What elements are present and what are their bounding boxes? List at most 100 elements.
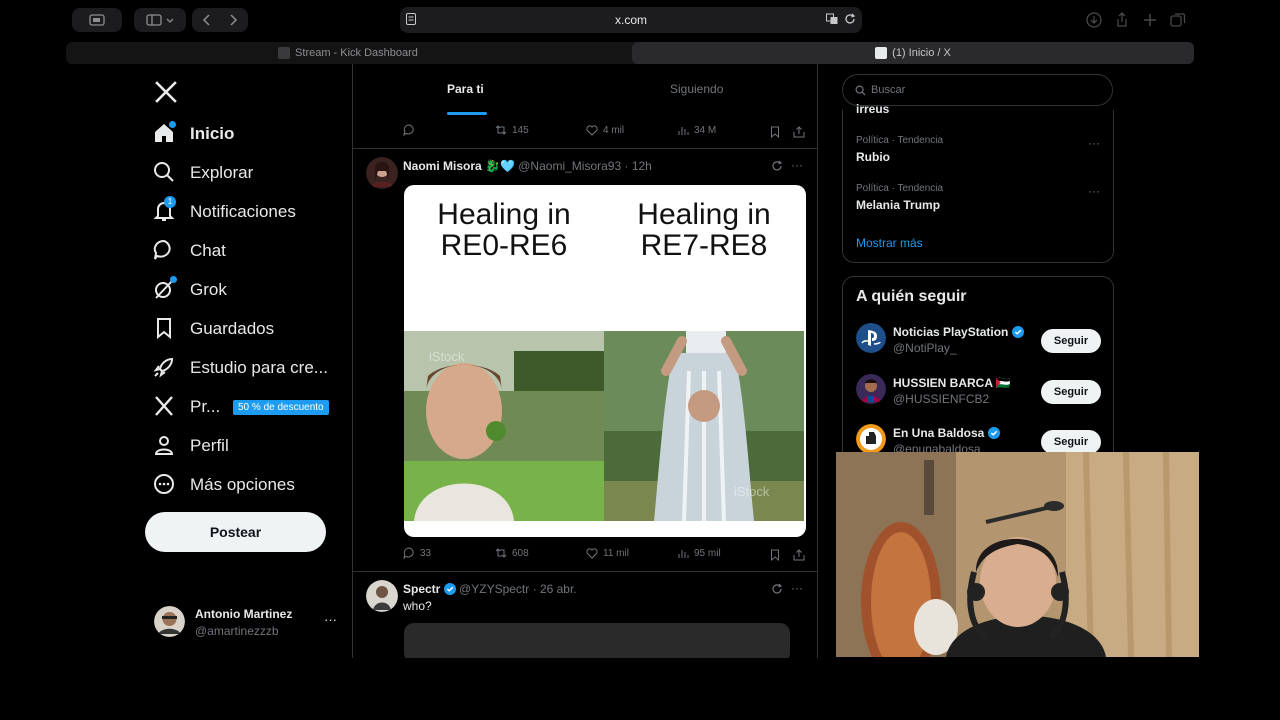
grok-explain-icon[interactable] bbox=[771, 583, 783, 595]
more-circle-icon bbox=[152, 472, 178, 498]
verified-badge-icon bbox=[1011, 326, 1024, 338]
nav-more-options[interactable]: Más opciones bbox=[152, 468, 295, 502]
author-name[interactable]: Naomi Misora 🐉🩵 bbox=[403, 159, 515, 173]
nav-creator-studio[interactable]: Estudio para cre... bbox=[152, 351, 328, 385]
trend-category: Política · Tendencia bbox=[856, 135, 944, 146]
nav-bookmarks[interactable]: Guardados bbox=[152, 312, 274, 346]
back-arrow-icon[interactable] bbox=[201, 14, 213, 26]
nav-label: Inicio bbox=[190, 124, 235, 143]
share-icon[interactable] bbox=[793, 126, 805, 138]
tweet-more-icon[interactable]: ··· bbox=[791, 581, 803, 595]
kick-favicon-icon bbox=[278, 47, 291, 59]
bell-icon: 1 bbox=[152, 196, 178, 225]
webcam-overlay bbox=[836, 452, 1199, 657]
tweet-header: Naomi Misora 🐉🩵 @Naomi_Misora93 · 12h bbox=[403, 159, 652, 173]
share-icon[interactable] bbox=[793, 549, 805, 561]
profile-handle: @amartinezzzb bbox=[195, 624, 279, 638]
tab-bar: Stream - Kick Dashboard (1) Inicio / X bbox=[66, 42, 1194, 64]
author-handle[interactable]: @YZYSpectr bbox=[459, 582, 529, 596]
reply-icon bbox=[403, 124, 414, 136]
meme-caption-left: Healing in RE0-RE6 bbox=[437, 198, 571, 262]
sidebar-toggle-pill[interactable] bbox=[72, 8, 122, 32]
follow-button[interactable]: Seguir bbox=[1041, 329, 1101, 353]
tab-kick-dashboard[interactable]: Stream - Kick Dashboard bbox=[66, 42, 630, 64]
tweet-avatar[interactable] bbox=[366, 157, 398, 189]
sidebar-button[interactable] bbox=[134, 8, 186, 32]
nav-explore[interactable]: Explorar bbox=[152, 156, 253, 190]
tab-following[interactable]: Siguiendo bbox=[670, 82, 723, 96]
page-menu-icon[interactable] bbox=[406, 13, 416, 25]
like-button[interactable]: 4 mil bbox=[586, 124, 624, 136]
trend-more-icon[interactable]: ··· bbox=[1088, 136, 1100, 150]
nav-premium[interactable]: Pr... bbox=[152, 390, 220, 424]
reply-button[interactable] bbox=[403, 124, 420, 136]
tweet-time[interactable]: 12h bbox=[632, 159, 652, 173]
prev-tweet-actions: 145 4 mil 34 M bbox=[353, 124, 817, 140]
retweet-icon bbox=[495, 548, 507, 558]
timeline: Para ti Siguiendo 145 4 mil 34 M Naomi M… bbox=[352, 64, 818, 658]
person-icon bbox=[152, 433, 178, 459]
tweet-avatar[interactable] bbox=[366, 580, 398, 612]
reload-icon[interactable] bbox=[844, 13, 856, 25]
tweet-time[interactable]: 26 abr. bbox=[540, 582, 577, 596]
follow-button[interactable]: Seguir bbox=[1041, 380, 1101, 404]
tab-for-you[interactable]: Para ti bbox=[447, 82, 484, 96]
author-name[interactable]: Spectr bbox=[403, 582, 440, 596]
grok-explain-icon[interactable] bbox=[771, 160, 783, 172]
nav-label: Perfil bbox=[190, 436, 229, 455]
nav-home[interactable]: Inicio bbox=[152, 117, 234, 151]
trend-category: Política · Tendencia bbox=[856, 183, 944, 194]
search-icon bbox=[152, 160, 178, 186]
nav-profile[interactable]: Perfil bbox=[152, 429, 229, 463]
follow-button[interactable]: Seguir bbox=[1041, 430, 1101, 454]
views-button[interactable]: 95 mil bbox=[677, 547, 721, 559]
translate-icon[interactable] bbox=[826, 13, 838, 25]
share-icon[interactable] bbox=[1114, 12, 1130, 28]
trend-item[interactable]: Política · Tendencia Rubio bbox=[856, 135, 943, 164]
tab-x-inicio[interactable]: (1) Inicio / X bbox=[632, 42, 1194, 64]
trend-item[interactable]: Política · Tendencia Melania Trump bbox=[856, 183, 943, 212]
like-button[interactable]: 11 mil bbox=[586, 547, 629, 559]
views-button[interactable]: 34 M bbox=[677, 124, 716, 136]
like-count: 11 mil bbox=[603, 547, 629, 559]
tweet-more-icon[interactable]: ··· bbox=[791, 158, 803, 172]
tab-overview-icon[interactable] bbox=[1170, 12, 1186, 28]
retweet-button[interactable]: 145 bbox=[495, 124, 529, 136]
retweet-button[interactable]: 608 bbox=[495, 547, 529, 559]
bookmark-icon[interactable] bbox=[769, 549, 781, 561]
trend-more-icon[interactable]: ··· bbox=[1088, 184, 1100, 198]
reply-button[interactable]: 33 bbox=[403, 547, 431, 559]
new-tab-icon[interactable] bbox=[1142, 12, 1158, 28]
like-count: 4 mil bbox=[603, 124, 625, 136]
x-logo-icon[interactable] bbox=[154, 80, 178, 104]
sidebar-icon bbox=[146, 14, 174, 26]
rocket-icon bbox=[152, 355, 178, 381]
nav-chat[interactable]: Chat bbox=[152, 234, 226, 268]
show-more-link[interactable]: Mostrar más bbox=[856, 236, 923, 250]
verified-badge-icon bbox=[987, 427, 1000, 439]
x-favicon-icon bbox=[875, 47, 888, 59]
views-icon bbox=[678, 127, 689, 135]
heart-icon bbox=[586, 548, 598, 559]
search-icon bbox=[855, 85, 866, 96]
follow-suggestion[interactable]: HUSSIEN BARCA 🇵🇸 @HUSSIENFCB2 Seguir bbox=[843, 374, 1113, 414]
follow-suggestion[interactable]: Noticias PlayStation @NotiPlay_ Seguir bbox=[843, 323, 1113, 363]
tweet-image[interactable]: Healing in RE0-RE6 Healing in RE7-RE8 iSto… bbox=[404, 185, 806, 537]
nav-grok[interactable]: Grok bbox=[152, 273, 227, 307]
window-icon bbox=[89, 14, 105, 26]
watermark-text-right: iStock bbox=[734, 484, 770, 499]
forward-arrow-icon[interactable] bbox=[227, 14, 239, 26]
bookmark-icon[interactable] bbox=[769, 126, 781, 138]
address-bar[interactable]: x.com bbox=[400, 7, 862, 33]
account-switcher[interactable]: Antonio Martinez @amartinezzzb ··· bbox=[154, 604, 338, 640]
notification-count-badge: 1 bbox=[164, 196, 176, 208]
download-icon[interactable] bbox=[1086, 12, 1102, 28]
nav-notifications[interactable]: 1 Notificaciones bbox=[152, 195, 296, 229]
trend-cut-off: irreus bbox=[856, 102, 890, 116]
author-handle[interactable]: @Naomi_Misora93 bbox=[518, 159, 621, 173]
post-button[interactable]: Postear bbox=[145, 512, 326, 552]
profile-name: Antonio Martinez bbox=[195, 607, 293, 621]
account-more-icon[interactable]: ··· bbox=[324, 612, 337, 627]
tweet-image[interactable] bbox=[404, 623, 790, 658]
chat-icon bbox=[152, 238, 178, 264]
